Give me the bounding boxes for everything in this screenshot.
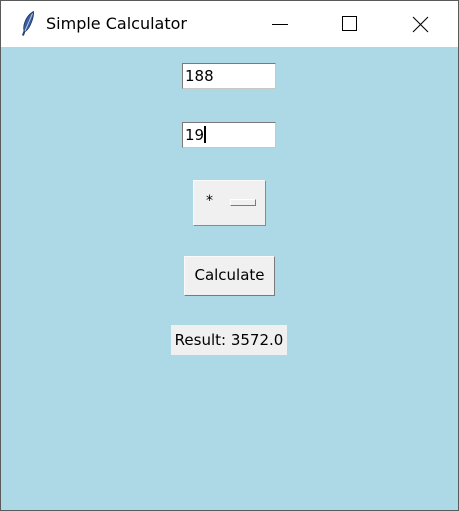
text-cursor — [204, 126, 207, 143]
dropdown-indicator-icon — [230, 199, 256, 206]
operator-value: * — [206, 193, 213, 209]
maximize-icon — [342, 16, 357, 31]
result-label: Result: 3572.0 — [171, 325, 287, 355]
window-title: Simple Calculator — [46, 14, 187, 33]
first-number-value: 188 — [185, 67, 214, 85]
operator-dropdown[interactable]: * — [193, 180, 266, 226]
second-number-input[interactable]: 19 — [182, 122, 276, 148]
maximize-button[interactable] — [326, 1, 372, 47]
feather-icon — [19, 10, 37, 36]
minimize-button[interactable] — [257, 1, 303, 47]
first-number-input[interactable]: 188 — [182, 63, 276, 89]
calculator-body: 188 19 * Calculate Result: 3572.0 — [1, 47, 458, 510]
close-icon — [412, 16, 429, 33]
minimize-icon — [272, 24, 288, 25]
calculate-button[interactable]: Calculate — [184, 256, 275, 296]
close-button[interactable] — [397, 1, 443, 47]
title-bar[interactable]: Simple Calculator — [1, 1, 458, 47]
calculator-window: Simple Calculator 188 19 * Calculate Res… — [0, 0, 459, 511]
second-number-value: 19 — [185, 126, 205, 144]
